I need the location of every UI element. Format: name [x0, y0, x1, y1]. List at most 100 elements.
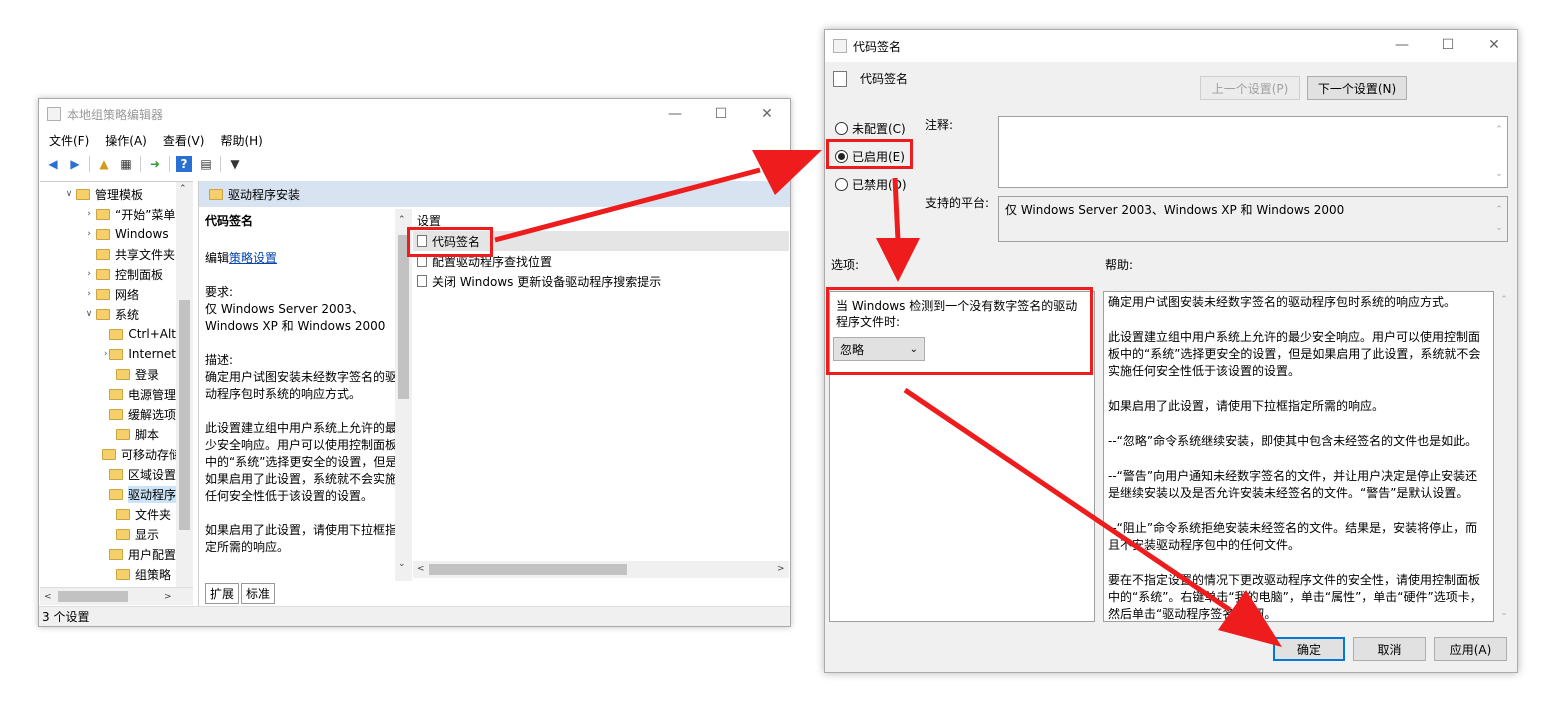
scroll-up-icon[interactable]: ⌃ [179, 184, 187, 194]
maximize-icon[interactable]: ☐ [1425, 30, 1471, 60]
folder-icon [116, 568, 130, 580]
properties-icon[interactable]: ▤ [198, 156, 214, 172]
tree-item[interactable]: 驱动程序 [40, 484, 176, 504]
tree-item-label: 共享文件夹 [115, 247, 176, 262]
scroll-up-icon[interactable]: ⌃ [1500, 295, 1508, 305]
menu-file[interactable]: 文件(F) [49, 132, 89, 149]
list-header-label: 设置 [417, 213, 442, 228]
comment-scrollbar[interactable]: ⌃ ⌄ [1491, 117, 1507, 187]
tree-item[interactable]: › Windows [40, 224, 176, 244]
menu-help[interactable]: 帮助(H) [220, 132, 262, 149]
close-icon[interactable]: ✕ [744, 99, 790, 129]
toolbar-separator [220, 156, 221, 172]
menu-action[interactable]: 操作(A) [105, 132, 147, 149]
gpe-app-icon [47, 107, 61, 121]
platform-field: 仅 Windows Server 2003、Windows XP 和 Windo… [998, 196, 1508, 242]
maximize-icon[interactable]: ☐ [698, 99, 744, 129]
minimize-icon[interactable]: — [1379, 30, 1425, 60]
export-icon[interactable]: ➜ [147, 156, 163, 172]
previous-setting-button[interactable]: 上一个设置(P) [1200, 76, 1300, 100]
chevron-right-icon[interactable]: › [82, 289, 96, 299]
scroll-down-icon[interactable]: ⌄ [1495, 165, 1503, 183]
navigation-tree: ∨ 管理模板 › “开始”菜单 › Windows 共享文件夹 › 控制面板 › 网络 ∨ 系统 Ctrl… [40, 181, 193, 606]
gpe-titlebar: 本地组策略编辑器 — ☐ ✕ [39, 99, 790, 129]
tree-item[interactable]: › 控制面板 [40, 264, 176, 284]
chevron-down-icon[interactable]: ∨ [82, 309, 96, 319]
folder-icon [108, 488, 123, 500]
scroll-right-icon[interactable]: > [164, 592, 172, 602]
scroll-down-icon[interactable]: ⌄ [1495, 219, 1503, 237]
edit-policy-link[interactable]: 策略设置 [229, 251, 277, 265]
tree-horizontal-scrollbar[interactable]: < > [40, 587, 193, 605]
help-icon[interactable]: ? [176, 156, 192, 172]
forward-icon[interactable]: ▶ [67, 156, 83, 172]
back-icon[interactable]: ◀ [45, 156, 61, 172]
chevron-right-icon[interactable]: › [82, 269, 96, 279]
help-scrollbar[interactable]: ⌃ ⌄ [1496, 291, 1512, 622]
up-folder-icon[interactable]: ▲ [96, 156, 112, 172]
tree-item[interactable]: › 网络 [40, 284, 176, 304]
tree-item[interactable]: 共享文件夹 [40, 244, 176, 264]
tree-hscroll-thumb[interactable] [58, 591, 128, 602]
scroll-down-icon[interactable]: ⌄ [1500, 608, 1508, 618]
tree-item[interactable]: 区域设置 [40, 464, 176, 484]
tree-item-label: 缓解选项 [127, 407, 176, 422]
tree-item[interactable]: 组策略 [40, 564, 176, 584]
scroll-left-icon[interactable]: < [417, 564, 425, 574]
scroll-down-icon[interactable]: ⌄ [398, 559, 406, 569]
list-hscroll-thumb[interactable] [429, 564, 627, 575]
tree-scroll-thumb[interactable] [179, 300, 190, 530]
chevron-right-icon[interactable]: › [102, 349, 109, 359]
tab-standard[interactable]: 标准 [241, 582, 276, 604]
tab-extended[interactable]: 扩展 [205, 582, 240, 604]
platform-label: 支持的平台: [925, 196, 990, 210]
tree-item[interactable]: › Internet [40, 344, 176, 364]
tree-item[interactable]: 电源管理 [40, 384, 176, 404]
list-horizontal-scrollbar[interactable]: < > [413, 561, 789, 578]
next-setting-button[interactable]: 下一个设置(N) [1307, 76, 1407, 100]
req-text: 仅 Windows Server 2003、Windows XP 和 Windo… [205, 302, 386, 333]
scroll-up-icon[interactable]: ⌃ [1495, 121, 1503, 139]
help-para: 此设置建立组中用户系统上允许的最少安全响应。用户可以使用控制面板中的“系统”选择… [1108, 330, 1481, 378]
desc-scroll-thumb[interactable] [398, 235, 409, 399]
tree-item[interactable]: 脚本 [40, 424, 176, 444]
folder-icon [96, 268, 110, 280]
filter-icon[interactable]: ▼ [227, 156, 243, 172]
chevron-right-icon[interactable]: › [82, 229, 96, 239]
tree-item-label: 电源管理 [127, 387, 176, 402]
tree-item[interactable]: ∨ 系统 [40, 304, 176, 324]
scroll-up-icon[interactable]: ⌃ [1495, 201, 1503, 219]
tree-item[interactable]: 缓解选项 [40, 404, 176, 424]
tree-item[interactable]: 可移动存储 [40, 444, 176, 464]
folder-icon [108, 388, 123, 400]
chevron-right-icon[interactable]: › [82, 209, 96, 219]
list-item-windows-update-prompt[interactable]: 关闭 Windows 更新设备驱动程序搜索提示 [413, 271, 789, 291]
scroll-left-icon[interactable]: < [44, 592, 52, 602]
tree-item[interactable]: › “开始”菜单 [40, 204, 176, 224]
scroll-up-icon[interactable]: ⌃ [398, 215, 406, 225]
tree-item[interactable]: 用户配置 [40, 544, 176, 564]
close-icon[interactable]: ✕ [1471, 30, 1517, 60]
ok-button[interactable]: 确定 [1273, 637, 1345, 661]
tree-item[interactable]: Ctrl+Alt [40, 324, 176, 344]
tree-item[interactable]: 显示 [40, 524, 176, 544]
show-tree-icon[interactable]: ▦ [118, 156, 134, 172]
radio-not-configured[interactable]: 未配置(C) [835, 120, 906, 137]
desc-scrollbar[interactable]: ⌃ ⌄ [395, 209, 412, 581]
tree-item[interactable]: ∨ 管理模板 [40, 184, 176, 204]
tree-item-label: 脚本 [135, 427, 160, 442]
radio-disabled[interactable]: 已禁用(D) [835, 176, 907, 193]
folder-icon [76, 188, 90, 200]
tree-item[interactable]: 文件夹 [40, 504, 176, 524]
cancel-button[interactable]: 取消 [1353, 637, 1426, 661]
chevron-down-icon[interactable]: ∨ [62, 189, 76, 199]
scroll-right-icon[interactable]: > [777, 564, 785, 574]
menu-view[interactable]: 查看(V) [163, 132, 205, 149]
tree-vertical-scrollbar[interactable]: ⌃ [176, 182, 193, 587]
tree-item[interactable]: 登录 [40, 364, 176, 384]
platform-scrollbar[interactable]: ⌃ ⌄ [1491, 197, 1507, 241]
minimize-icon[interactable]: — [652, 99, 698, 129]
apply-button[interactable]: 应用(A) [1434, 637, 1507, 661]
comment-field[interactable]: ⌃ ⌄ [998, 116, 1508, 188]
gpe-menubar: 文件(F) 操作(A) 查看(V) 帮助(H) [39, 129, 790, 151]
